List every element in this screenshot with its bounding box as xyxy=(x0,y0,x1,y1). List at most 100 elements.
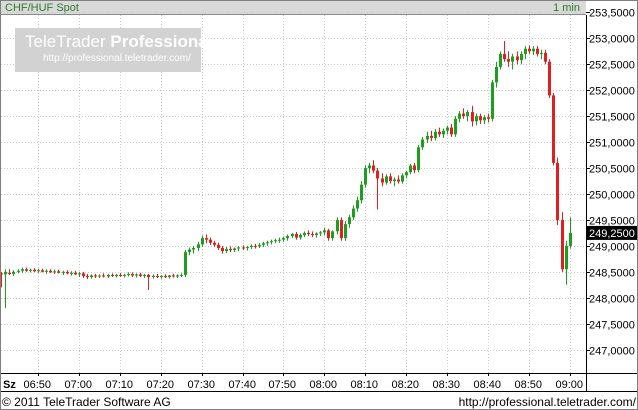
candle-body-up xyxy=(364,168,367,185)
candle-body-up xyxy=(4,271,7,275)
candle-body-up xyxy=(184,252,187,275)
candle-body-down xyxy=(217,244,220,248)
candle-body-down xyxy=(438,131,441,135)
candle-body-up xyxy=(29,269,32,271)
y-tick-label: 251,0000 xyxy=(589,138,635,150)
candle-body-down xyxy=(381,178,384,183)
candle-body-up xyxy=(37,270,40,272)
candle-body-up xyxy=(286,236,289,239)
candle-body-down xyxy=(33,269,36,272)
y-tick-label: 249,0000 xyxy=(589,242,635,254)
candle-body-down xyxy=(413,165,416,171)
candle-body-down xyxy=(57,271,60,273)
candle-body-up xyxy=(401,175,404,182)
candle-body-down xyxy=(528,48,531,52)
candle-body-down xyxy=(548,61,551,96)
candle-body-up xyxy=(565,245,568,270)
candle-body-down xyxy=(147,274,150,278)
candle-body-up xyxy=(483,117,486,121)
y-tick-label: 250,0000 xyxy=(589,190,635,202)
x-tick-label: 07:20 xyxy=(147,379,175,391)
candle-body-up xyxy=(291,233,294,237)
candle-body-up xyxy=(78,273,81,275)
candle-body-down xyxy=(327,230,330,239)
candle-body-up xyxy=(454,118,457,135)
candle-body-down xyxy=(209,239,212,243)
x-axis-label: Sz xyxy=(3,379,16,391)
candle-body-up xyxy=(168,275,171,278)
y-tick-label: 252,0000 xyxy=(589,86,635,98)
candle-body-up xyxy=(532,48,535,52)
candle-body-up xyxy=(233,248,236,251)
watermark-url: http://professional.teletrader.com/ xyxy=(43,53,191,64)
candle-body-up xyxy=(446,127,449,131)
teletrader-watermark: TeleTrader Professional http://professio… xyxy=(15,28,212,72)
candle-body-down xyxy=(82,273,85,276)
candle-body-up xyxy=(53,271,56,273)
y-tick-label: 249,5000 xyxy=(589,216,635,228)
candle-body-up xyxy=(409,165,412,173)
x-tick-label: 08:20 xyxy=(392,379,420,391)
candle-body-up xyxy=(511,56,514,62)
candle-body-down xyxy=(536,48,539,54)
candle-body-up xyxy=(70,272,73,274)
candle-body-up xyxy=(98,275,101,277)
candle-body-up xyxy=(160,275,163,278)
candle-body-down xyxy=(66,271,69,274)
candle-body-up xyxy=(176,275,179,277)
candle-body-down xyxy=(479,116,482,121)
x-tick-label: 07:30 xyxy=(188,379,216,391)
candle-body-down xyxy=(0,273,3,275)
candle-body-up xyxy=(143,274,146,276)
candle-body-down xyxy=(86,275,89,278)
x-tick-label: 07:00 xyxy=(65,379,93,391)
candle-body-up xyxy=(21,269,24,271)
candle-body-up xyxy=(62,271,65,273)
candle-body-down xyxy=(172,275,175,277)
candle-body-up xyxy=(115,274,118,276)
candle-body-up xyxy=(360,184,363,201)
candle-body-up xyxy=(262,243,265,245)
x-tick-label: 06:50 xyxy=(24,379,52,391)
candle-body-up xyxy=(475,116,478,122)
candle-body-down xyxy=(74,272,77,275)
candle-body-down xyxy=(311,233,314,235)
candle-body-up xyxy=(180,274,183,276)
y-tick-label: 248,5000 xyxy=(589,268,635,280)
x-tick-label: 08:40 xyxy=(474,379,502,391)
watermark-brand-bold: Professional xyxy=(110,32,213,51)
candle-body-up xyxy=(434,131,437,138)
candle-body-down xyxy=(205,238,208,240)
candle-body-down xyxy=(229,248,232,251)
candle-body-up xyxy=(323,230,326,233)
x-tick-label: 07:10 xyxy=(106,379,134,391)
x-tick-label: 09:00 xyxy=(556,379,584,391)
candle-body-up xyxy=(12,271,15,274)
candle-body-up xyxy=(491,82,494,119)
candle-body-down xyxy=(139,274,142,276)
y-tick-label: 251,5000 xyxy=(589,112,635,124)
candle-body-down xyxy=(471,112,474,122)
candle-body-up xyxy=(385,176,388,183)
x-tick-label: 08:00 xyxy=(310,379,338,391)
candle-body-down xyxy=(242,247,245,249)
candle-body-down xyxy=(376,170,379,179)
footer-url-link[interactable]: http://professional.teletrader.com/ xyxy=(459,394,636,410)
candle-body-down xyxy=(397,179,400,182)
candle-body-down xyxy=(221,247,224,252)
candle-body-up xyxy=(442,130,445,135)
chart-window: CHF/HUF Spot 1 min 253,5000 253,0000 252,5… xyxy=(0,0,638,410)
watermark-brand: TeleTrader xyxy=(25,32,106,51)
candle-body-up xyxy=(282,238,285,240)
candle-body-down xyxy=(41,270,44,272)
y-tick-label: 248,0000 xyxy=(589,294,635,306)
candle-body-down xyxy=(164,275,167,278)
candle-body-up xyxy=(266,242,269,244)
candle-body-down xyxy=(307,232,310,234)
candle-body-up xyxy=(319,232,322,234)
candle-body-down xyxy=(49,270,52,273)
x-tick-label: 07:40 xyxy=(229,379,257,391)
candle-body-up xyxy=(225,248,228,252)
candle-body-up xyxy=(520,53,523,61)
candle-body-down xyxy=(213,242,216,245)
